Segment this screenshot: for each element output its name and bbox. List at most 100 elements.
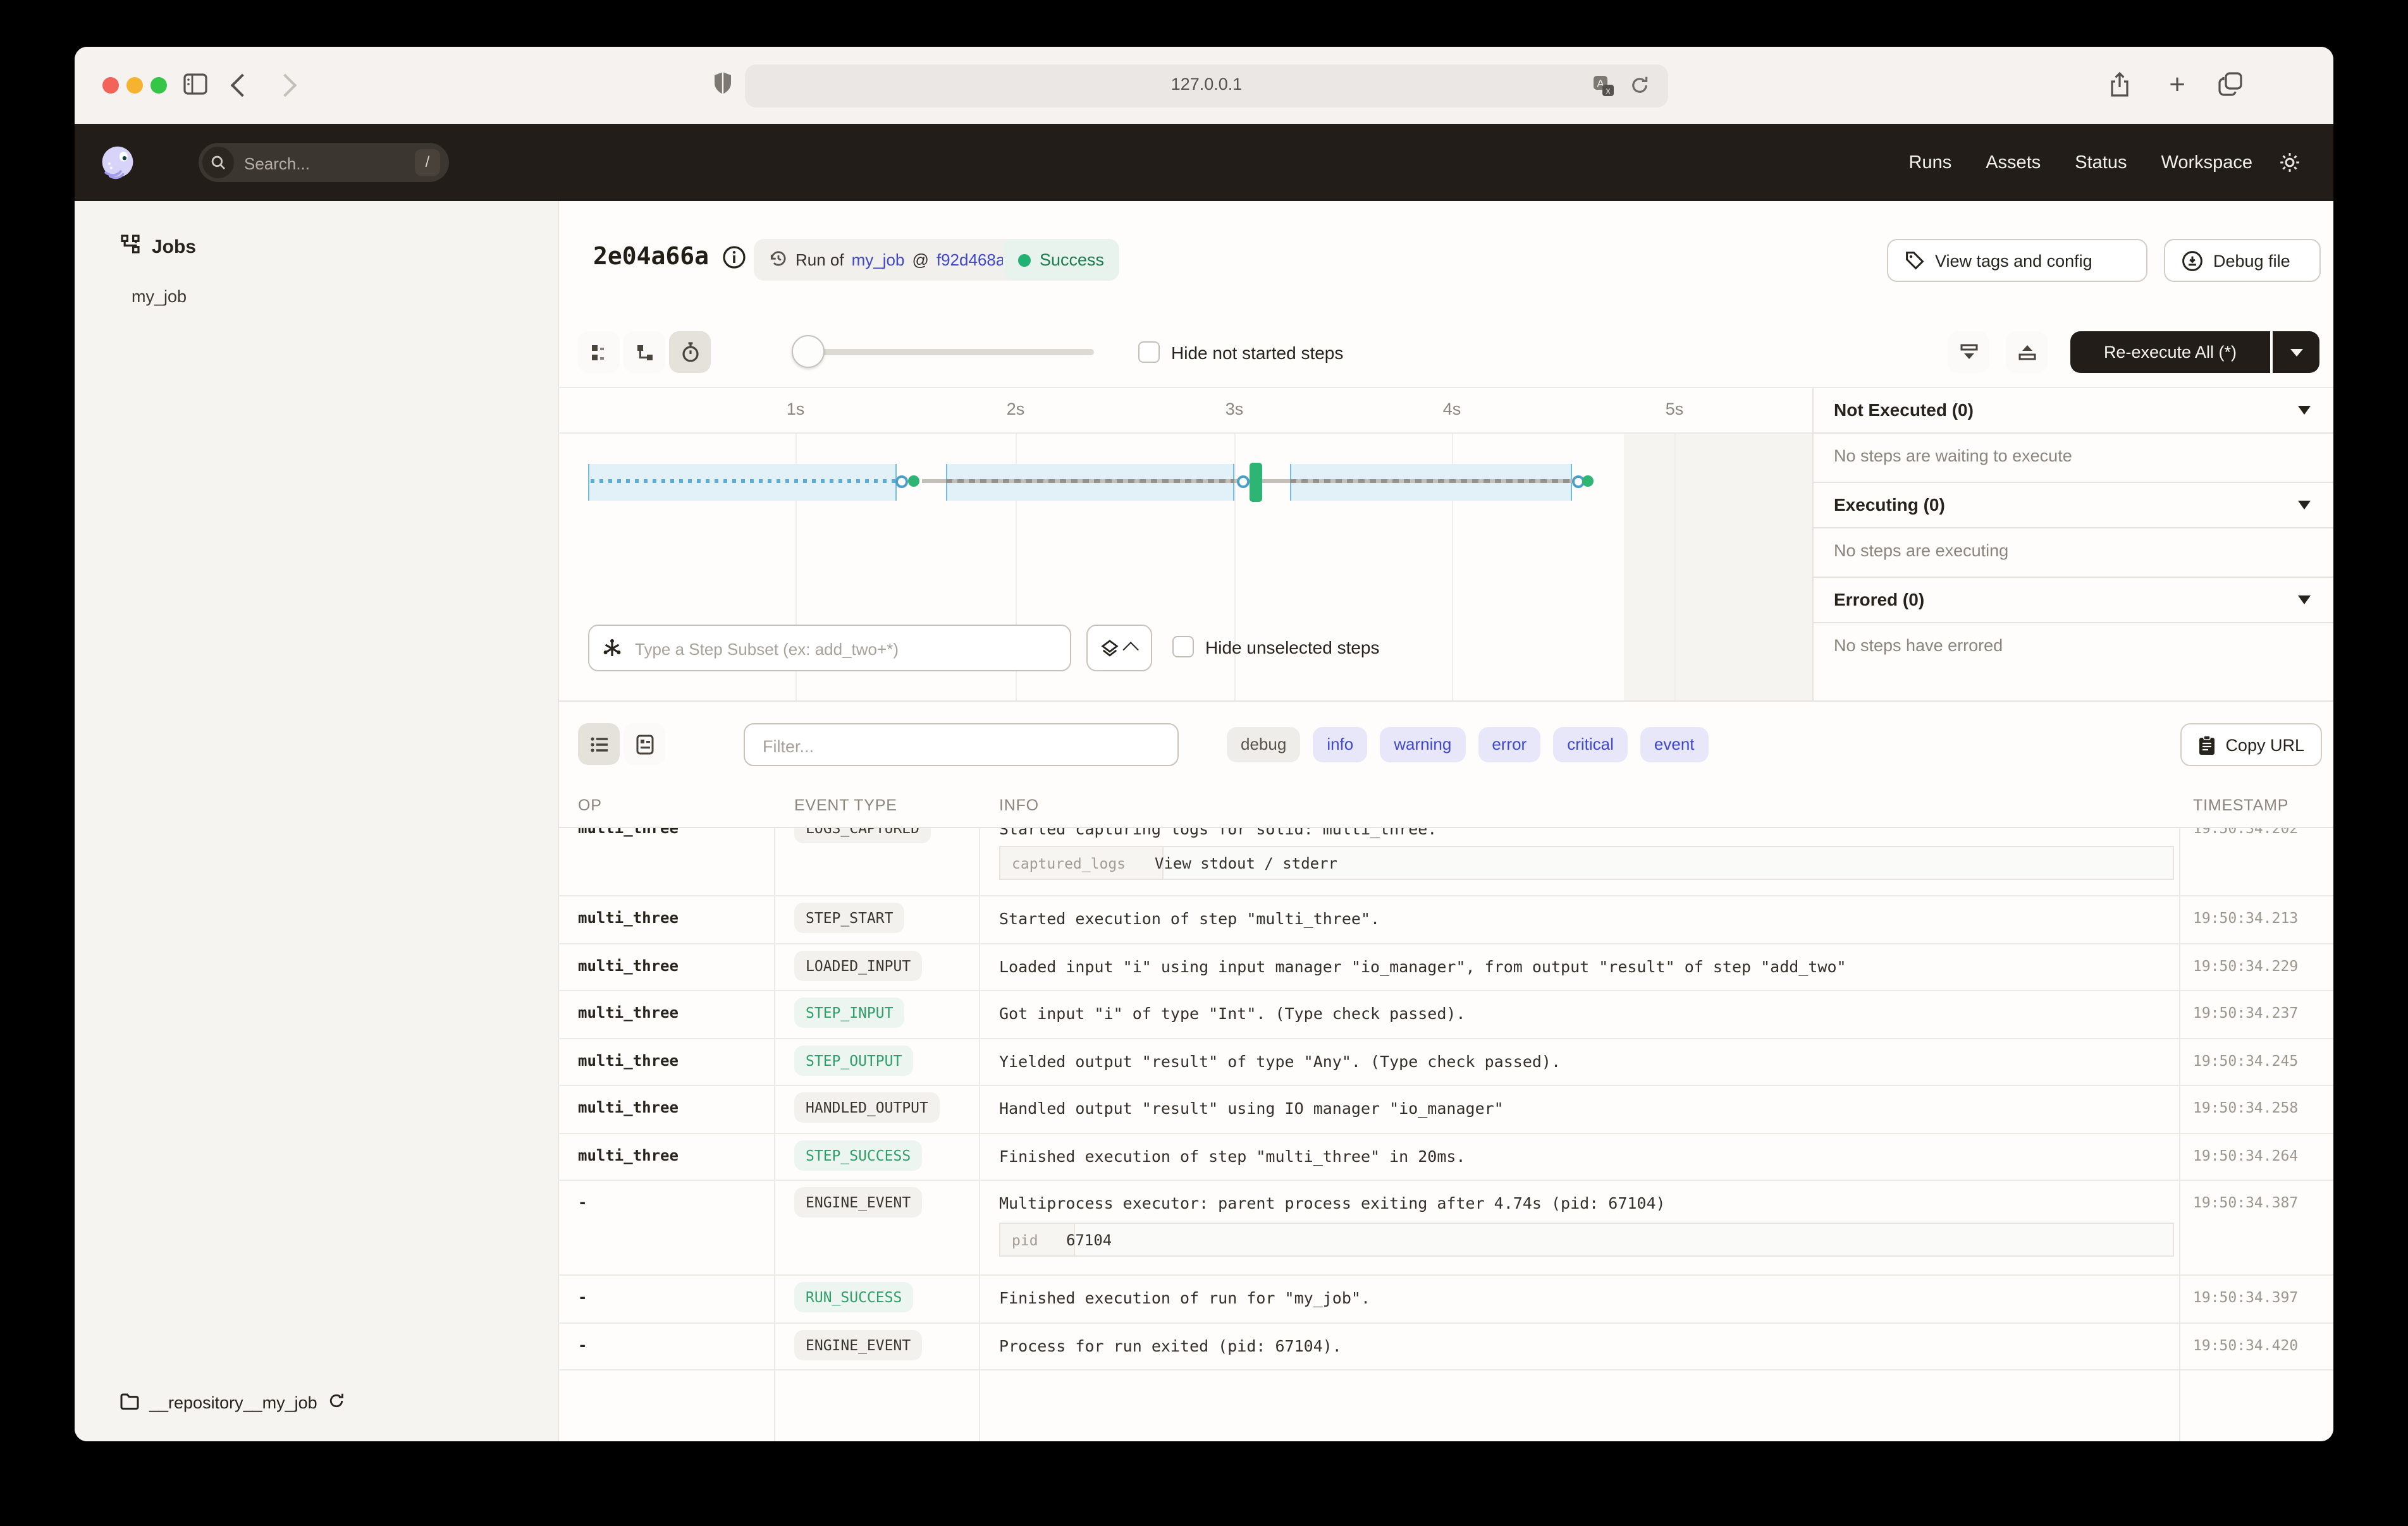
level-error[interactable]: error <box>1478 727 1540 762</box>
step-success-dot[interactable] <box>1582 475 1593 487</box>
nav-assets[interactable]: Assets <box>1986 152 2041 173</box>
level-critical[interactable]: critical <box>1553 727 1628 762</box>
log-row[interactable]: multi_three STEP_OUTPUT Yielded output "… <box>558 1039 2333 1086</box>
section-body: No steps are executing <box>1814 528 2333 578</box>
log-row[interactable]: multi_three LOADED_INPUT Loaded input "i… <box>558 944 2333 991</box>
log-filter-input[interactable] <box>760 724 1157 767</box>
reload-icon[interactable] <box>1629 75 1650 102</box>
step-executed-bar[interactable] <box>1250 463 1262 502</box>
copy-url-button[interactable]: Copy URL <box>2180 723 2322 766</box>
search-input[interactable] <box>242 143 386 185</box>
debug-file-button[interactable]: Debug file <box>2164 239 2321 282</box>
log-row[interactable]: multi_three STEP_INPUT Got input "i" of … <box>558 991 2333 1039</box>
info-icon[interactable] <box>722 245 746 276</box>
waterfall-view-button[interactable] <box>624 331 665 373</box>
level-info[interactable]: info <box>1313 727 1367 762</box>
graph-query-toggle-button[interactable] <box>1086 625 1152 671</box>
timestamp-cell: 19:50:34.264 <box>2193 1146 2298 1164</box>
url-text: 127.0.0.1 <box>745 75 1668 94</box>
reload-repository-icon[interactable] <box>328 1392 345 1413</box>
reexecute-dropdown-button[interactable] <box>2273 331 2319 373</box>
timestamp-cell: 19:50:34.397 <box>2193 1288 2298 1306</box>
log-row[interactable]: - RUN_SUCCESS Finished execution of run … <box>558 1276 2333 1323</box>
level-warning[interactable]: warning <box>1380 727 1465 762</box>
log-row[interactable]: - ENGINE_EVENT Multiprocess executor: pa… <box>558 1181 2333 1276</box>
step-marker-circle[interactable] <box>1237 475 1250 487</box>
close-window-button[interactable] <box>102 77 119 94</box>
level-debug[interactable]: debug <box>1227 727 1300 762</box>
chevron-down-icon <box>2298 595 2311 604</box>
view-tags-config-button[interactable]: View tags and config <box>1887 239 2147 282</box>
section-errored[interactable]: Errored (0) <box>1814 578 2333 623</box>
log-row[interactable]: multi_three LOGS_CAPTURED Started captur… <box>558 828 2333 896</box>
collapse-steps-button[interactable] <box>1948 331 1989 373</box>
step-marker-circle[interactable] <box>895 475 908 487</box>
event-type-badge[interactable]: STEP_INPUT <box>794 998 905 1028</box>
chevron-down-icon <box>2298 501 2311 510</box>
event-type-badge[interactable]: STEP_SUCCESS <box>794 1140 922 1170</box>
expand-steps-button[interactable] <box>2006 331 2048 373</box>
minimize-window-button[interactable] <box>126 77 143 94</box>
zoom-slider-knob[interactable] <box>792 335 825 368</box>
nav-workspace[interactable]: Workspace <box>2161 152 2252 173</box>
event-type-badge[interactable]: HANDLED_OUTPUT <box>794 1092 940 1123</box>
event-type-badge[interactable]: LOADED_INPUT <box>794 950 922 980</box>
sidebar-item-my-job[interactable]: my_job <box>132 287 187 306</box>
log-filter-box[interactable] <box>744 723 1179 766</box>
reexecute-all-button[interactable]: Re-execute All (*) <box>2070 331 2270 373</box>
event-type-badge[interactable]: ENGINE_EVENT <box>794 1187 922 1218</box>
zoom-slider-track[interactable] <box>807 349 1094 355</box>
back-button[interactable] <box>234 77 250 94</box>
timed-view-button[interactable] <box>669 331 711 373</box>
log-row[interactable]: - ENGINE_EVENT Process for run exited (p… <box>558 1323 2333 1370</box>
reexecute-all-label: Re-execute All (*) <box>2104 343 2237 362</box>
commit-link[interactable]: f92d468a <box>937 250 1005 269</box>
translate-icon[interactable]: Ax <box>1592 75 1615 104</box>
sidebar-toggle-icon[interactable] <box>183 73 207 101</box>
event-type-badge[interactable]: STEP_OUTPUT <box>794 1045 913 1075</box>
new-tab-icon[interactable]: + <box>2169 73 2185 95</box>
debug-file-label: Debug file <box>2213 251 2290 270</box>
flat-view-button[interactable] <box>578 331 620 373</box>
step-success-dot[interactable] <box>907 475 919 487</box>
repository-row[interactable]: __repository__my_job <box>120 1392 345 1413</box>
metadata-key: captured_logs <box>1000 847 1164 879</box>
forward-button[interactable] <box>277 77 293 94</box>
url-bar[interactable]: 127.0.0.1 Ax <box>745 64 1668 107</box>
svg-text:x: x <box>1606 85 1611 95</box>
log-row[interactable]: multi_three STEP_SUCCESS Finished execut… <box>558 1133 2333 1181</box>
zoom-window-button[interactable] <box>150 77 167 94</box>
event-type-badge[interactable]: RUN_SUCCESS <box>794 1282 913 1312</box>
step-subset-box[interactable] <box>588 625 1071 671</box>
metadata-table: captured_logs View stdout / stderr <box>999 846 2174 880</box>
job-link[interactable]: my_job <box>852 250 905 269</box>
global-search[interactable]: / <box>199 143 449 182</box>
dagster-logo[interactable] <box>99 144 137 188</box>
gantt-plot-area: Hide unselected steps <box>558 434 1814 702</box>
nav-status[interactable]: Status <box>2075 152 2127 173</box>
section-not-executed[interactable]: Not Executed (0) <box>1814 388 2333 434</box>
event-type-badge[interactable]: LOGS_CAPTURED <box>794 828 931 843</box>
hide-not-started-checkbox[interactable] <box>1138 341 1160 363</box>
op-cell: multi_three <box>578 1004 679 1022</box>
log-row[interactable]: multi_three STEP_START Started execution… <box>558 896 2333 944</box>
nav-runs[interactable]: Runs <box>1909 152 1952 173</box>
info-cell: Yielded output "result" of type "Any". (… <box>999 1051 2169 1070</box>
event-type-badge[interactable]: STEP_START <box>794 903 905 933</box>
share-icon[interactable] <box>2108 71 2131 105</box>
level-event[interactable]: event <box>1640 727 1709 762</box>
unstructured-log-view-button[interactable] <box>578 723 620 765</box>
step-subset-input[interactable] <box>632 626 1055 673</box>
metadata-value-link[interactable]: View stdout / stderr <box>1155 847 1337 879</box>
log-row[interactable]: multi_three HANDLED_OUTPUT Handled outpu… <box>558 1086 2333 1133</box>
tab-overview-icon[interactable] <box>2218 72 2242 102</box>
settings-gear-icon[interactable] <box>2278 150 2302 181</box>
structured-log-view-button[interactable] <box>624 723 665 765</box>
dependency-dashed-line <box>1290 479 1572 483</box>
op-cell: multi_three <box>578 1051 679 1069</box>
privacy-shield-icon[interactable] <box>713 71 732 102</box>
empty-state-text: No steps have errored <box>1834 636 2003 655</box>
event-type-badge[interactable]: ENGINE_EVENT <box>794 1329 922 1360</box>
section-executing[interactable]: Executing (0) <box>1814 483 2333 528</box>
hide-unselected-checkbox[interactable] <box>1172 636 1194 657</box>
